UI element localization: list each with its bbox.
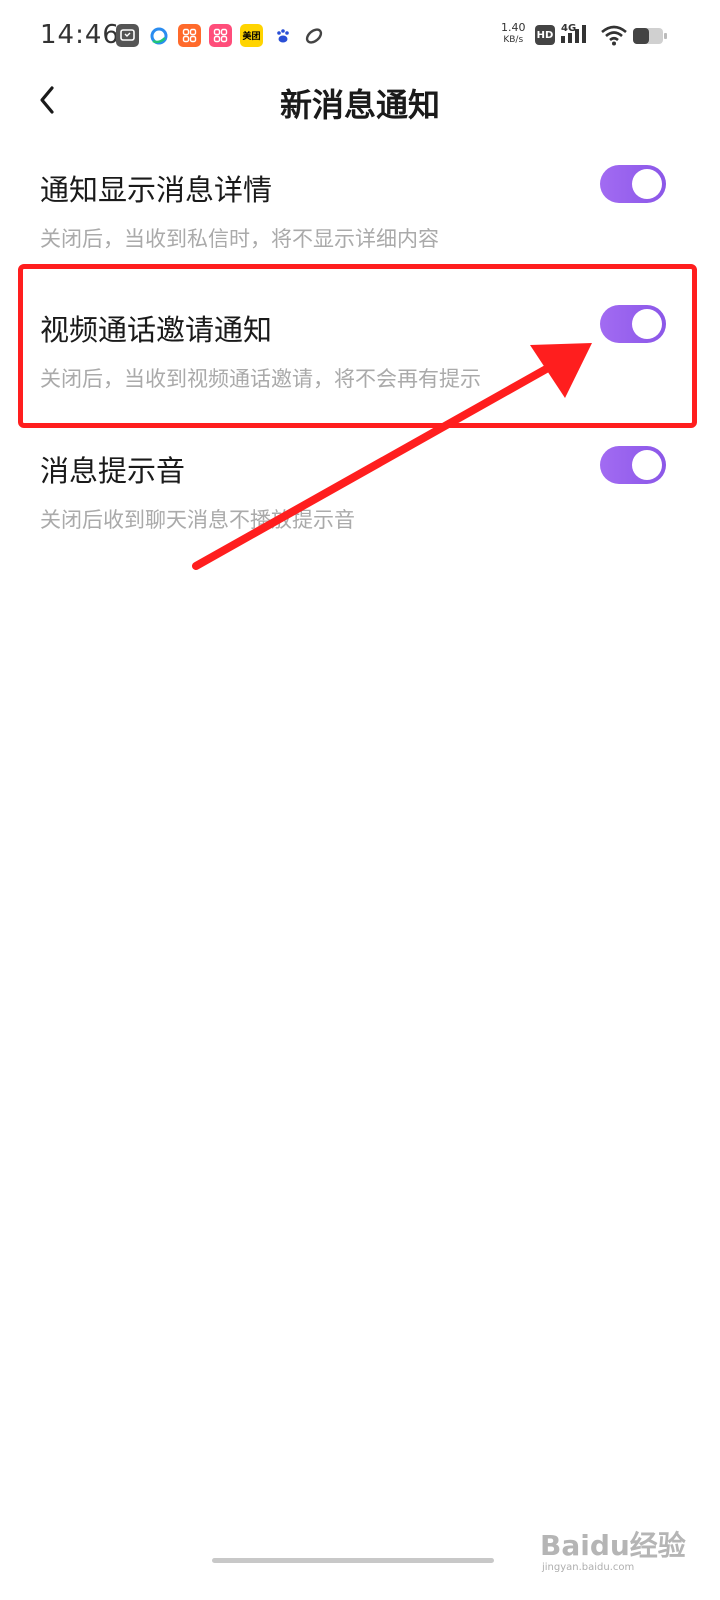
setting-description: 关闭后，当收到视频通话邀请，将不会再有提示 [40, 367, 481, 391]
hd-badge: HD [535, 25, 555, 45]
tv-app-icon [116, 24, 139, 47]
watermark-main: Baidu经验 [540, 1529, 686, 1562]
notification-app-icons: 美团 [116, 24, 325, 47]
setting-title: 消息提示音 [40, 454, 186, 488]
app-icon-pink [209, 24, 232, 47]
app-icon-leaf [302, 24, 325, 47]
network-speed-value: 1.40 [501, 21, 526, 34]
setting-description: 关闭后，当收到私信时，将不显示详细内容 [40, 227, 439, 251]
status-bar: 14:46 美团 1.40 KB/s HD 4G [0, 0, 720, 72]
setting-message-sound: 消息提示音 关闭后收到聊天消息不播放提示音 [0, 446, 720, 568]
home-indicator[interactable] [212, 1558, 494, 1563]
toggle-knob [632, 450, 662, 480]
network-speed: 1.40 KB/s [501, 22, 526, 46]
baidu-jingyan-watermark: Baidu经验 jingyan.baidu.com [540, 1520, 690, 1580]
signal-4g-icon: 4G [561, 23, 586, 43]
page-title: 新消息通知 [279, 86, 440, 124]
toggle-knob [632, 309, 662, 339]
baidu-app-icon [271, 24, 294, 47]
battery-icon [633, 28, 667, 44]
video-call-invite-toggle[interactable] [600, 305, 666, 343]
status-time: 14:46 [40, 20, 120, 50]
setting-notification-details: 通知显示消息详情 关闭后，当收到私信时，将不显示详细内容 [0, 165, 720, 287]
setting-video-call-invite: 视频通话邀请通知 关闭后，当收到视频通话邀请，将不会再有提示 [0, 305, 720, 427]
network-type-label: 4G [561, 23, 576, 34]
network-speed-unit: KB/s [503, 35, 524, 45]
wifi-icon [601, 25, 627, 46]
app-icon-orange [178, 24, 201, 47]
toggle-knob [632, 169, 662, 199]
setting-title: 通知显示消息详情 [40, 173, 273, 207]
notification-details-toggle[interactable] [600, 165, 666, 203]
navigation-header: 新消息通知 [0, 72, 720, 132]
meituan-app-icon: 美团 [240, 24, 263, 47]
watermark-sub: jingyan.baidu.com [542, 1562, 635, 1573]
browser-app-icon [147, 24, 170, 47]
message-sound-toggle[interactable] [600, 446, 666, 484]
setting-description: 关闭后收到聊天消息不播放提示音 [40, 508, 355, 532]
setting-title: 视频通话邀请通知 [40, 313, 273, 347]
